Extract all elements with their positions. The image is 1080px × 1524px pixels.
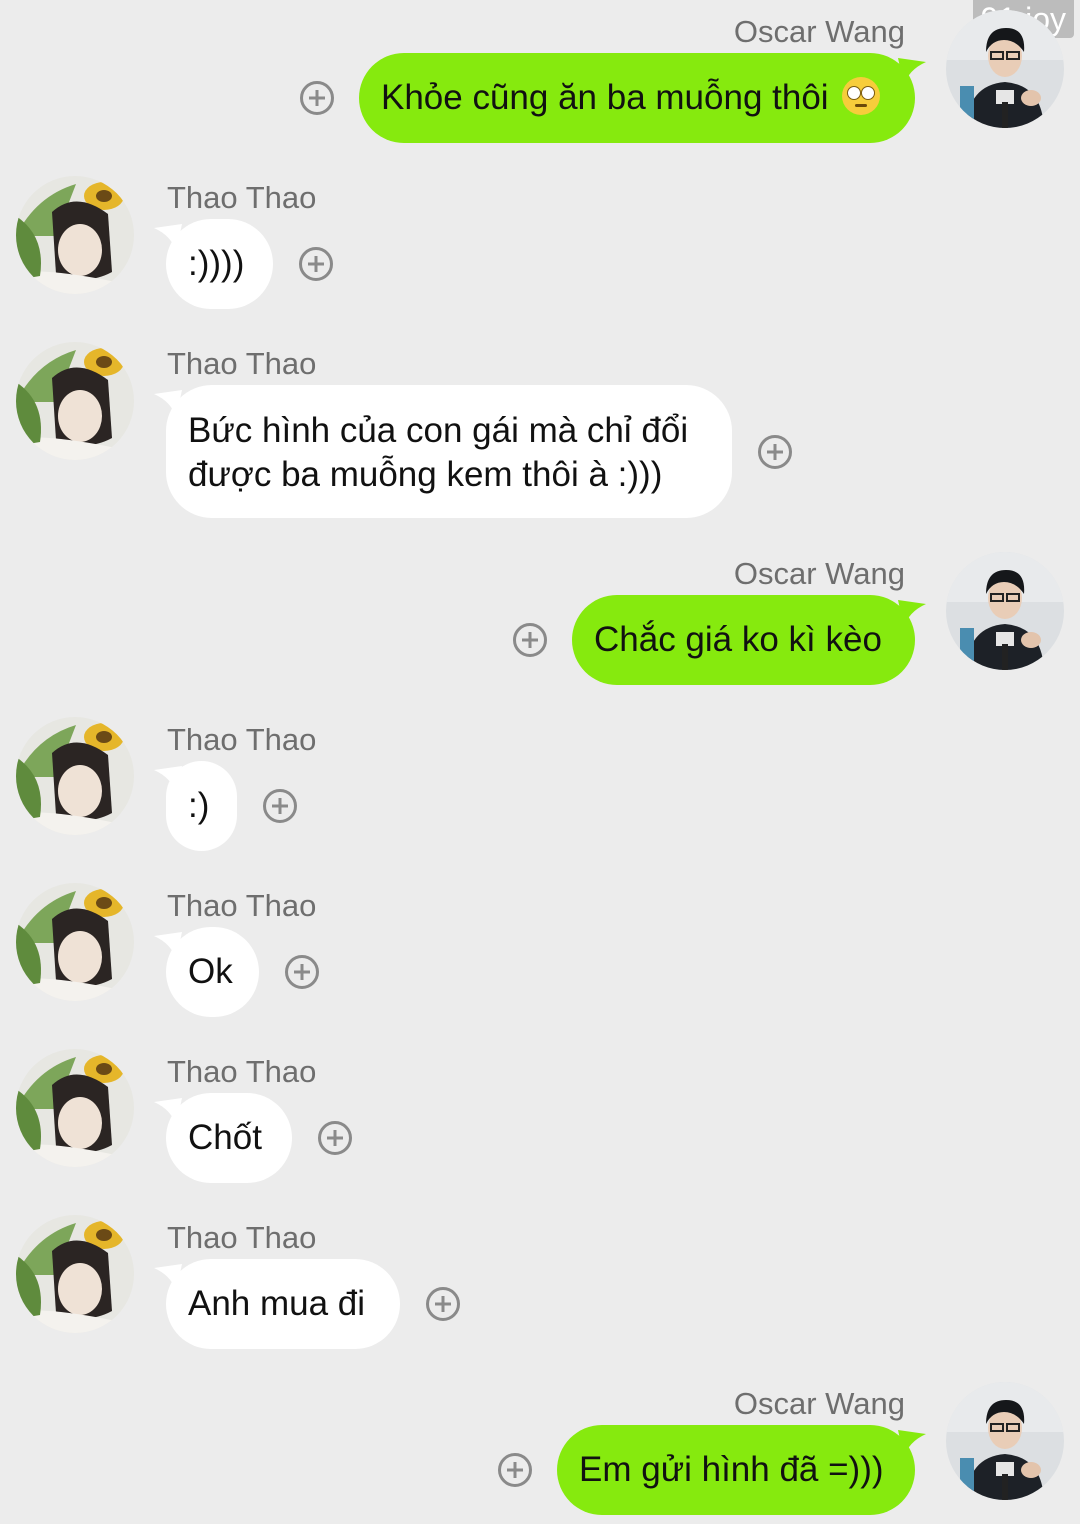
message-bubble[interactable]: :))))	[166, 219, 273, 309]
message-text: Anh mua đi	[188, 1284, 366, 1323]
avatar-thao-thao[interactable]	[16, 1049, 134, 1167]
add-reaction-icon[interactable]	[513, 623, 547, 657]
message-text: Em gửi hình đã =)))	[579, 1450, 884, 1489]
sender-name: Oscar Wang	[733, 1386, 905, 1421]
message-text: :)	[188, 786, 210, 825]
add-reaction-icon[interactable]	[300, 81, 334, 115]
message-bubble[interactable]: Em gửi hình đã =)))	[557, 1425, 915, 1515]
add-reaction-icon[interactable]	[318, 1121, 352, 1155]
sender-name: Thao Thao	[167, 722, 317, 757]
avatar-oscar-wang[interactable]	[946, 10, 1064, 128]
avatar-thao-thao[interactable]	[16, 176, 134, 294]
message-text-line: được ba muỗng kem thôi à :)))	[188, 455, 663, 494]
message-bubble[interactable]: Chốt	[166, 1093, 292, 1183]
avatar-thao-thao[interactable]	[16, 1215, 134, 1333]
sender-name: Oscar Wang	[733, 14, 905, 49]
message-bubble[interactable]: Ok	[166, 927, 259, 1017]
sender-name: Thao Thao	[167, 888, 317, 923]
message-text: Khỏe cũng ăn ba muỗng thôi	[381, 78, 829, 117]
message-text-line: Bức hình của con gái mà chỉ đổi	[188, 411, 689, 450]
message-text: Ok	[188, 952, 233, 991]
message-bubble[interactable]: Anh mua đi	[166, 1259, 400, 1349]
add-reaction-icon[interactable]	[285, 955, 319, 989]
sender-name: Thao Thao	[167, 1054, 317, 1089]
sender-name: Oscar Wang	[733, 556, 905, 591]
message-text: Chắc giá ko kì kèo	[594, 620, 882, 659]
message-text: Chốt	[188, 1118, 262, 1157]
rolling-eyes-emoji-icon	[842, 77, 881, 115]
sender-name: Thao Thao	[167, 180, 317, 215]
sender-name: Thao Thao	[167, 1220, 317, 1255]
message-bubble[interactable]: Chắc giá ko kì kèo	[572, 595, 915, 685]
sender-name: Thao Thao	[167, 346, 317, 381]
message-text: :))))	[188, 244, 245, 283]
add-reaction-icon[interactable]	[263, 789, 297, 823]
message-bubble[interactable]: :)	[166, 761, 237, 851]
add-reaction-icon[interactable]	[758, 435, 792, 469]
avatar-thao-thao[interactable]	[16, 883, 134, 1001]
avatar-thao-thao[interactable]	[16, 717, 134, 835]
avatar-oscar-wang[interactable]	[946, 552, 1064, 670]
avatar-oscar-wang[interactable]	[946, 1382, 1064, 1500]
add-reaction-icon[interactable]	[498, 1453, 532, 1487]
add-reaction-icon[interactable]	[426, 1287, 460, 1321]
message-bubble[interactable]: Khỏe cũng ăn ba muỗng thôi	[359, 53, 915, 143]
add-reaction-icon[interactable]	[299, 247, 333, 281]
message-bubble[interactable]: Bức hình của con gái mà chỉ đổi được ba …	[166, 385, 732, 518]
avatar-thao-thao[interactable]	[16, 342, 134, 460]
